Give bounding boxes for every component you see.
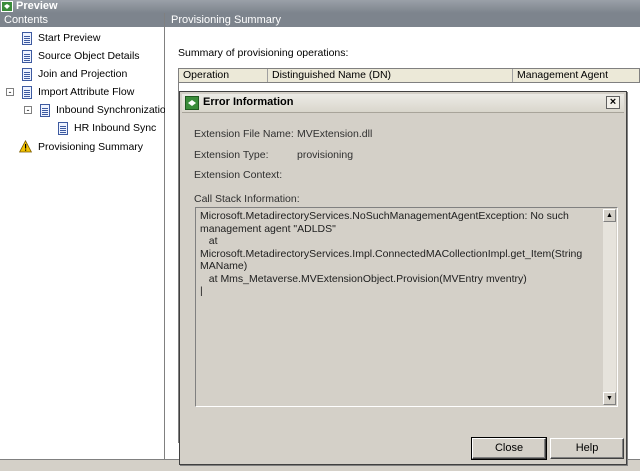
- summary-label: Summary of provisioning operations:: [178, 47, 349, 59]
- tree-item-inbound-synchronization[interactable]: - Inbound Synchronization: [0, 101, 172, 119]
- tree-item-label: Inbound Synchronization: [56, 104, 172, 116]
- call-stack-label: Call Stack Information:: [194, 193, 300, 205]
- document-icon: [40, 104, 50, 117]
- column-header-dn[interactable]: Distinguished Name (DN): [268, 69, 513, 82]
- contents-header: Contents: [0, 13, 164, 28]
- tree-item-label: Provisioning Summary: [38, 141, 144, 153]
- document-icon: [22, 50, 32, 63]
- document-icon: [22, 68, 32, 81]
- tree-item-source-object-details[interactable]: Source Object Details: [0, 47, 164, 65]
- tree-item-label: Import Attribute Flow: [38, 86, 135, 98]
- close-button[interactable]: Close: [471, 437, 547, 460]
- warning-icon: [19, 140, 32, 153]
- close-icon[interactable]: ×: [606, 96, 620, 109]
- tree-item-label: Start Preview: [38, 32, 101, 44]
- tree-item-label: Source Object Details: [38, 50, 140, 62]
- dialog-title: Error Information: [203, 96, 294, 108]
- column-header-management-agent[interactable]: Management Agent: [513, 69, 640, 82]
- extension-context-label: Extension Context:: [194, 169, 283, 181]
- dialog-app-icon: [185, 96, 199, 110]
- extension-type-label: Extension Type:: [194, 149, 269, 161]
- collapse-expander-icon[interactable]: -: [24, 106, 32, 115]
- tree-item-label: HR Inbound Sync: [74, 122, 157, 134]
- help-button[interactable]: Help: [550, 438, 624, 459]
- tree-item-start-preview[interactable]: Start Preview: [0, 29, 164, 47]
- document-icon: [22, 32, 32, 45]
- tree-item-import-attribute-flow[interactable]: - Import Attribute Flow: [0, 83, 164, 101]
- column-header-operation[interactable]: Operation: [179, 69, 268, 82]
- extension-file-name-value: MVExtension.dll: [297, 128, 373, 140]
- window-titlebar: Preview: [0, 0, 640, 13]
- call-stack-text[interactable]: Microsoft.MetadirectoryServices.NoSuchMa…: [200, 210, 600, 298]
- tree-item-label: Join and Projection: [38, 68, 128, 80]
- tree-item-join-and-projection[interactable]: Join and Projection: [0, 65, 164, 83]
- tree-item-provisioning-summary[interactable]: Provisioning Summary: [0, 138, 164, 156]
- collapse-expander-icon[interactable]: -: [6, 88, 14, 97]
- contents-pane: Contents Start Preview Source Object Det…: [0, 13, 172, 459]
- pane-title: Provisioning Summary: [165, 13, 640, 27]
- document-icon: [58, 122, 68, 135]
- extension-file-name-label: Extension File Name:: [194, 128, 294, 140]
- scroll-down-arrow-icon[interactable]: ▼: [603, 392, 616, 405]
- preview-app-icon: [1, 1, 13, 12]
- extension-type-value: provisioning: [297, 149, 354, 161]
- scroll-up-arrow-icon[interactable]: ▲: [603, 209, 616, 222]
- error-information-dialog: Error Information × Extension File Name:…: [179, 91, 627, 465]
- window-title: Preview: [16, 0, 58, 12]
- call-stack-textbox[interactable]: Microsoft.MetadirectoryServices.NoSuchMa…: [195, 207, 618, 407]
- tree-item-hr-inbound-sync[interactable]: HR Inbound Sync: [0, 119, 164, 137]
- dialog-titlebar: Error Information ×: [182, 94, 624, 113]
- call-stack-scrollbar[interactable]: ▲ ▼: [603, 209, 616, 405]
- operations-table-header: Operation Distinguished Name (DN) Manage…: [178, 68, 640, 83]
- document-icon: [22, 86, 32, 99]
